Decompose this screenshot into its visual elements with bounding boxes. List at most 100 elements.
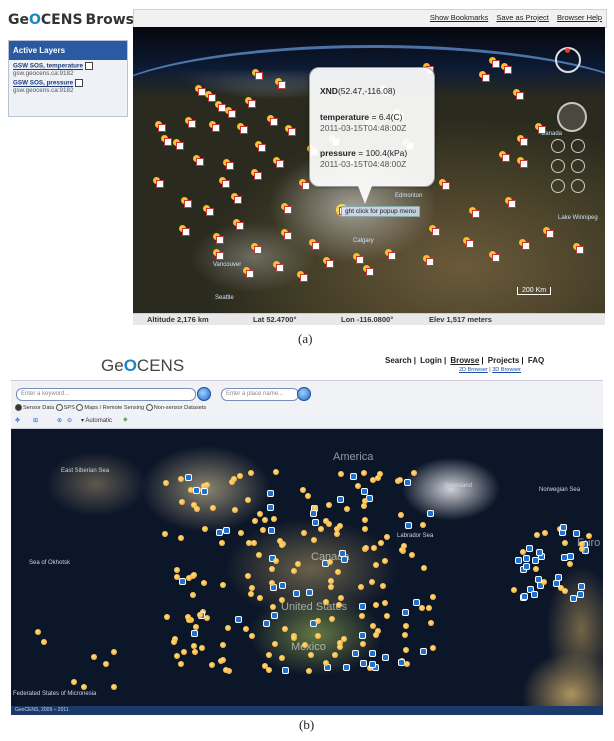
weather-sensor-icon[interactable] — [295, 561, 301, 567]
water-sensor-icon[interactable] — [578, 583, 585, 590]
weather-sensor-icon[interactable] — [308, 652, 314, 658]
weather-sensor-icon[interactable] — [403, 647, 409, 653]
sensor-marker-icon[interactable] — [205, 91, 216, 102]
weather-sensor-icon[interactable] — [81, 684, 87, 690]
weather-sensor-icon[interactable] — [91, 654, 97, 660]
weather-sensor-icon[interactable] — [111, 649, 117, 655]
water-sensor-icon[interactable] — [360, 660, 367, 667]
water-sensor-icon[interactable] — [515, 557, 522, 564]
sensor-marker-icon[interactable] — [213, 233, 224, 244]
nav-login[interactable]: Login — [420, 356, 442, 365]
water-sensor-icon[interactable] — [382, 654, 389, 661]
sensor-marker-icon[interactable] — [251, 169, 262, 180]
weather-sensor-icon[interactable] — [225, 625, 231, 631]
water-sensor-icon[interactable] — [359, 632, 366, 639]
zoom-out-icon[interactable] — [571, 139, 585, 153]
water-sensor-icon[interactable] — [523, 555, 530, 562]
weather-sensor-icon[interactable] — [336, 602, 342, 608]
water-sensor-icon[interactable] — [523, 563, 530, 570]
nav-faq[interactable]: FAQ — [528, 356, 544, 365]
weather-sensor-icon[interactable] — [260, 527, 266, 533]
water-sensor-icon[interactable] — [560, 524, 567, 531]
sensor-marker-icon[interactable] — [513, 89, 524, 100]
keyword-search-input[interactable]: Enter a keyword... — [16, 388, 196, 401]
layer-checkbox[interactable] — [84, 62, 93, 70]
sensor-marker-icon[interactable] — [153, 177, 164, 188]
nav-browse[interactable]: Browse — [450, 356, 479, 365]
water-sensor-icon[interactable] — [369, 650, 376, 657]
water-sensor-icon[interactable] — [577, 591, 584, 598]
weather-sensor-icon[interactable] — [164, 614, 170, 620]
weather-sensor-icon[interactable] — [426, 605, 432, 611]
sensor-marker-icon[interactable] — [323, 257, 334, 268]
weather-sensor-icon[interactable] — [257, 511, 263, 517]
weather-sensor-icon[interactable] — [220, 582, 226, 588]
weather-sensor-icon[interactable] — [328, 584, 334, 590]
weather-sensor-icon[interactable] — [232, 507, 238, 513]
weather-sensor-icon[interactable] — [344, 506, 350, 512]
weather-sensor-icon[interactable] — [248, 470, 254, 476]
weather-sensor-icon[interactable] — [338, 471, 344, 477]
weather-sensor-icon[interactable] — [246, 540, 252, 546]
weather-sensor-icon[interactable] — [370, 623, 376, 629]
sensor-marker-icon[interactable] — [429, 225, 440, 236]
weather-sensor-icon[interactable] — [542, 530, 548, 536]
weather-sensor-icon[interactable] — [329, 616, 335, 622]
weather-sensor-icon[interactable] — [300, 487, 306, 493]
water-sensor-icon[interactable] — [201, 488, 208, 495]
sensor-marker-icon[interactable] — [213, 249, 224, 260]
weather-sensor-icon[interactable] — [270, 604, 276, 610]
sensor-marker-icon[interactable] — [203, 205, 214, 216]
weather-sensor-icon[interactable] — [291, 568, 297, 574]
sensor-marker-icon[interactable] — [195, 85, 206, 96]
weather-sensor-icon[interactable] — [237, 473, 243, 479]
rotate-left-icon[interactable] — [551, 159, 565, 173]
weather-sensor-icon[interactable] — [243, 626, 249, 632]
sensor-marker-icon[interactable] — [363, 265, 374, 276]
weather-sensor-icon[interactable] — [178, 476, 184, 482]
weather-sensor-icon[interactable] — [323, 518, 329, 524]
water-sensor-icon[interactable] — [193, 487, 200, 494]
water-sensor-icon[interactable] — [223, 527, 230, 534]
save-as-project-link[interactable]: Save as Project — [496, 13, 549, 22]
weather-sensor-icon[interactable] — [249, 585, 255, 591]
weather-sensor-icon[interactable] — [199, 645, 205, 651]
weather-sensor-icon[interactable] — [174, 574, 180, 580]
sensor-marker-icon[interactable] — [285, 125, 296, 136]
weather-sensor-icon[interactable] — [171, 639, 177, 645]
weather-sensor-icon[interactable] — [337, 523, 343, 529]
weather-sensor-icon[interactable] — [380, 583, 386, 589]
weather-sensor-icon[interactable] — [202, 526, 208, 532]
water-sensor-icon[interactable] — [352, 650, 359, 657]
weather-sensor-icon[interactable] — [201, 580, 207, 586]
radio-sps[interactable]: SPS — [55, 404, 75, 411]
radio-sensor-data[interactable]: Sensor Data — [15, 404, 54, 411]
water-sensor-icon[interactable] — [526, 545, 533, 552]
sensor-marker-icon[interactable] — [243, 267, 254, 278]
sensor-marker-icon[interactable] — [209, 121, 220, 132]
sensor-marker-icon[interactable] — [273, 261, 284, 272]
sensor-marker-icon[interactable] — [489, 251, 500, 262]
weather-sensor-icon[interactable] — [337, 644, 343, 650]
weather-sensor-icon[interactable] — [315, 618, 321, 624]
weather-sensor-icon[interactable] — [162, 531, 168, 537]
water-sensor-icon[interactable] — [271, 612, 278, 619]
weather-sensor-icon[interactable] — [520, 549, 526, 555]
weather-sensor-icon[interactable] — [311, 537, 317, 543]
sensor-marker-icon[interactable] — [193, 155, 204, 166]
sensor-marker-icon[interactable] — [517, 135, 528, 146]
weather-sensor-icon[interactable] — [362, 517, 368, 523]
layer-item[interactable]: GSW SOS, temperature — [9, 60, 127, 70]
water-sensor-icon[interactable] — [521, 593, 528, 600]
weather-sensor-icon[interactable] — [371, 545, 377, 551]
water-sensor-icon[interactable] — [312, 519, 319, 526]
nav-projects[interactable]: Projects — [488, 356, 520, 365]
sensor-marker-icon[interactable] — [267, 115, 278, 126]
weather-sensor-icon[interactable] — [332, 652, 338, 658]
weather-sensor-icon[interactable] — [404, 661, 410, 667]
weather-sensor-icon[interactable] — [35, 629, 41, 635]
weather-sensor-icon[interactable] — [335, 569, 341, 575]
water-sensor-icon[interactable] — [310, 510, 317, 517]
weather-sensor-icon[interactable] — [305, 493, 311, 499]
water-sensor-icon[interactable] — [570, 595, 577, 602]
